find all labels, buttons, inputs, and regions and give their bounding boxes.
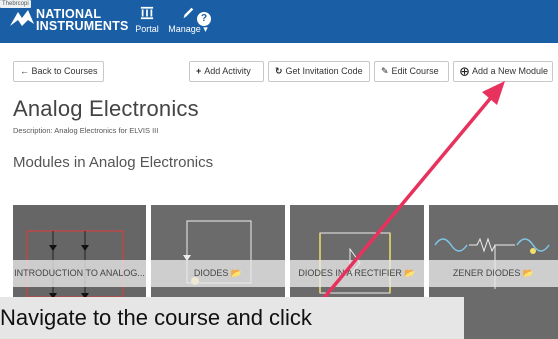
back-to-courses-button[interactable]: ← Back to Courses: [13, 61, 104, 82]
pencil-icon: [183, 7, 194, 19]
edit-icon: ✎: [381, 66, 389, 76]
add-activity-button[interactable]: + Add Activity: [189, 61, 264, 82]
refresh-icon: ↻: [275, 66, 283, 76]
instruction-caption: Navigate to the course and click: [0, 297, 464, 339]
nav-portal[interactable]: Portal: [132, 4, 162, 34]
nav-portal-label: Portal: [135, 24, 159, 34]
module-title: DIODES 📂: [151, 260, 285, 287]
brand-line2: INSTRUMENTS: [36, 19, 129, 33]
get-invitation-code-button[interactable]: ↻ Get Invitation Code: [268, 61, 370, 82]
bank-icon: [140, 6, 154, 20]
course-description: Description: Analog Electronics for ELVI…: [13, 126, 159, 135]
invitation-label: Get Invitation Code: [285, 66, 363, 76]
edit-course-button[interactable]: ✎ Edit Course: [374, 61, 449, 82]
question-circle-icon[interactable]: ?: [197, 12, 211, 26]
add-new-module-button[interactable]: ⨁ Add a New Module: [453, 61, 553, 82]
add-module-label: Add a New Module: [472, 66, 549, 76]
module-title: DIODES IN A RECTIFIER 📂: [290, 260, 424, 287]
edit-course-label: Edit Course: [391, 66, 439, 76]
page-title: Analog Electronics: [13, 96, 199, 121]
add-activity-label: Add Activity: [204, 66, 251, 76]
top-navbar: NATIONAL INSTRUMENTS Thebrcopi Portal Ma…: [0, 0, 558, 43]
plus-icon: +: [196, 66, 202, 76]
plus-circle-icon: ⨁: [460, 66, 469, 76]
modules-heading: Modules in Analog Electronics: [13, 154, 214, 171]
screenshot-tag: Thebrcopi: [0, 0, 31, 8]
module-title: INTRODUCTION TO ANALOG...: [13, 260, 146, 287]
module-title: ZENER DIODES 📂: [429, 260, 558, 287]
ni-eagle-icon: [10, 10, 34, 26]
